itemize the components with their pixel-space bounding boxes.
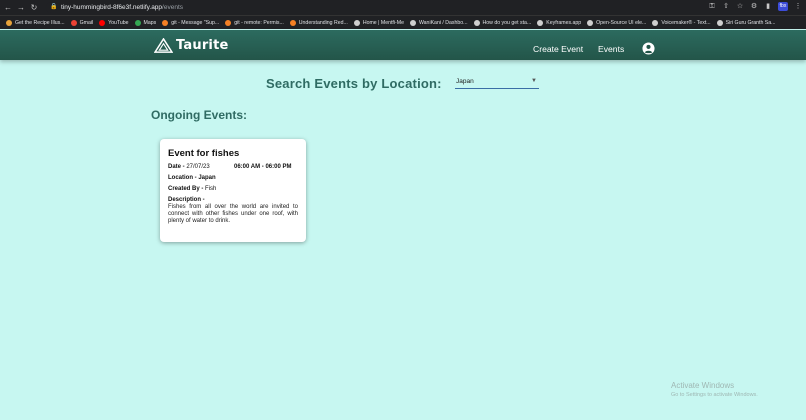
url-text: tiny-hummingbird-8f6e3f.netlify.app/even…	[61, 4, 184, 11]
bookmark-item[interactable]: git - remote: Permis...	[225, 19, 284, 26]
address-bar[interactable]: 🔒 tiny-hummingbird-8f6e3f.netlify.app/ev…	[46, 2, 746, 13]
brand-name: Taurite	[176, 38, 229, 53]
bookmark-favicon-icon	[134, 19, 141, 26]
bookmark-item[interactable]: Gmail	[70, 19, 94, 26]
event-location: Location - Japan	[168, 175, 216, 181]
bookmark-favicon-icon	[70, 19, 77, 26]
bookmark-favicon-icon	[537, 19, 544, 26]
event-card[interactable]: Event for fishes Date - 27/07/23 06:00 A…	[160, 139, 306, 242]
event-description-label: Description -	[168, 197, 205, 203]
bookmark-item[interactable]: Voicemaker® - Text...	[652, 19, 711, 26]
search-heading: Search Events by Location:	[266, 76, 442, 91]
user-account-icon[interactable]	[642, 42, 655, 55]
bookmark-favicon-icon	[6, 19, 12, 26]
bookmark-label: How do you get sta...	[482, 19, 532, 26]
bookmark-label: Voicemaker® - Text...	[661, 19, 711, 26]
bookmark-item[interactable]: WaniKani / Dashbo...	[409, 19, 468, 26]
bookmark-item[interactable]: Get the Recipe Illus...	[6, 19, 65, 26]
bookmark-item[interactable]: Maps	[134, 19, 157, 26]
bookmark-favicon-icon	[353, 19, 360, 26]
bookmark-label: Siri Guru Granth Sa...	[725, 19, 776, 26]
bookmark-favicon-icon	[652, 19, 659, 26]
bookmark-label: Open-Source UI ele...	[596, 19, 647, 26]
bookmark-item[interactable]: Open-Source UI ele...	[587, 19, 647, 26]
bookmark-item[interactable]: Keyframes.app	[537, 19, 582, 26]
bookmark-label: WaniKani / Dashbo...	[418, 19, 468, 26]
nav-events[interactable]: Events	[598, 44, 624, 54]
bookmarks-bar: Get the Recipe Illus... Gmail YouTube Maps g…	[0, 15, 806, 29]
bookmark-favicon-icon	[289, 19, 296, 26]
share-icon[interactable]: ⇧	[722, 2, 730, 11]
caret-down-icon: ▼	[531, 78, 537, 84]
nav-create-event[interactable]: Create Event	[533, 44, 583, 54]
event-created-by: Created By - Fish	[168, 186, 217, 192]
app-header: Taurite Create Event Events	[0, 30, 806, 60]
bookmark-item[interactable]: git - Message "Sup...	[162, 19, 220, 26]
bookmark-favicon-icon	[99, 19, 106, 26]
key-icon[interactable]: ⚿	[708, 2, 716, 11]
event-description: Fishes from all over the world are invit…	[168, 204, 298, 224]
forward-icon[interactable]: →	[16, 3, 26, 13]
bookmark-label: Gmail	[79, 19, 94, 26]
event-date: Date - 27/07/23	[168, 164, 210, 170]
star-icon[interactable]: ☆	[736, 2, 744, 11]
lock-icon: 🔒	[50, 4, 58, 10]
bookmark-item[interactable]: YouTube	[99, 19, 129, 26]
reload-icon[interactable]: ↻	[29, 3, 39, 13]
activate-windows-title: Activate Windows	[671, 381, 735, 390]
bookmark-label: Home | Mentfi-Me	[362, 19, 404, 26]
bookmark-item[interactable]: Siri Guru Granth Sa...	[716, 19, 776, 26]
bookmark-favicon-icon	[225, 19, 232, 26]
bookmark-label: YouTube	[108, 19, 129, 26]
sidebar-icon[interactable]: ▮	[764, 2, 772, 11]
bookmark-label: git - Message "Sup...	[171, 19, 220, 26]
back-icon[interactable]: ←	[3, 3, 13, 13]
bookmark-item[interactable]: Home | Mentfi-Me	[353, 19, 404, 26]
bookmark-label: Understanding Red...	[298, 19, 348, 26]
event-title: Event for fishes	[168, 148, 240, 159]
bookmark-label: Maps	[143, 19, 157, 26]
triangle-logo-icon	[154, 38, 173, 53]
location-select-value: Japan	[456, 78, 474, 85]
extensions-icon[interactable]: ⚙	[750, 2, 758, 11]
bookmark-item[interactable]: How do you get sta...	[473, 19, 532, 26]
bookmark-label: Get the Recipe Illus...	[15, 19, 65, 26]
activate-windows-subtitle: Go to Settings to activate Windows.	[671, 392, 758, 398]
bookmark-favicon-icon	[587, 19, 594, 26]
event-time: 06:00 AM - 06:00 PM	[234, 164, 292, 170]
bookmark-favicon-icon	[409, 19, 416, 26]
menu-icon[interactable]: ⋮	[794, 2, 802, 11]
bookmark-favicon-icon	[162, 19, 169, 26]
bookmark-label: git - remote: Permis...	[234, 19, 284, 26]
bookmark-favicon-icon	[473, 19, 480, 26]
ongoing-events-heading: Ongoing Events:	[151, 108, 247, 122]
profile-avatar[interactable]: fbx	[778, 2, 788, 11]
brand-logo[interactable]: Taurite	[154, 38, 229, 53]
bookmark-item[interactable]: Understanding Red...	[289, 19, 348, 26]
location-select[interactable]: Japan ▼	[455, 76, 539, 89]
bookmark-favicon-icon	[716, 19, 723, 26]
bookmark-label: Keyframes.app	[546, 19, 582, 26]
browser-toolbar: ← → ↻ 🔒 tiny-hummingbird-8f6e3f.netlify.…	[0, 0, 806, 15]
